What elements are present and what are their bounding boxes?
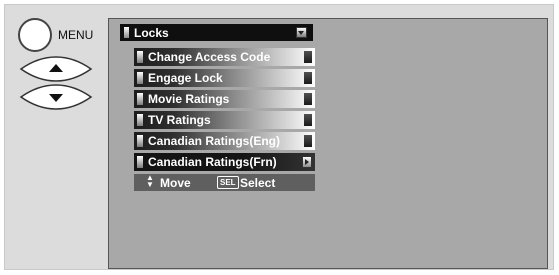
dropdown-arrow-icon <box>296 27 307 38</box>
menu-item-label: Canadian Ratings(Eng) <box>148 134 281 148</box>
menu-button-label: MENU <box>58 28 94 42</box>
menu-title-bar: Locks <box>120 24 313 41</box>
menu-item-label: Change Access Code <box>148 50 271 64</box>
menu-item-engage-lock[interactable]: Engage Lock <box>134 69 315 87</box>
menu-item-label: Movie Ratings <box>148 92 230 106</box>
item-tab-icon <box>137 135 143 147</box>
menu-button-icon[interactable] <box>18 18 52 52</box>
item-tab-icon <box>137 72 143 84</box>
page-title: Locks <box>134 26 169 40</box>
item-end-cap-icon <box>304 93 312 105</box>
menu-item-movie-ratings[interactable]: Movie Ratings <box>134 90 315 108</box>
item-end-cap-icon <box>304 51 312 63</box>
menu-item-change-access-code[interactable]: Change Access Code <box>134 48 315 66</box>
help-bar: ▲ ▼ Move SEL Select <box>134 174 315 191</box>
menu-item-label: Canadian Ratings(Frn) <box>148 155 277 169</box>
item-end-cap-icon <box>304 135 312 147</box>
menu-item-label: Engage Lock <box>148 71 223 85</box>
menu-item-label: TV Ratings <box>148 113 211 127</box>
menu-item-tv-ratings[interactable]: TV Ratings <box>134 111 315 129</box>
item-tab-icon <box>137 93 143 105</box>
item-tab-icon <box>137 114 143 126</box>
updown-arrows-icon: ▲ ▼ <box>146 173 154 189</box>
up-arrow-button-icon[interactable] <box>18 56 94 82</box>
title-tab-icon <box>124 27 129 38</box>
help-select-label: Select <box>240 176 276 190</box>
help-move-label: Move <box>160 176 191 190</box>
item-tab-icon <box>137 51 143 63</box>
item-end-cap-icon <box>304 114 312 126</box>
menu-item-canadian-ratings-eng[interactable]: Canadian Ratings(Eng) <box>134 132 315 150</box>
item-tab-icon <box>137 156 143 168</box>
menu-item-canadian-ratings-frn[interactable]: Canadian Ratings(Frn) <box>134 153 315 171</box>
sel-key-icon: SEL <box>217 176 239 189</box>
down-arrow-button-icon[interactable] <box>18 84 94 110</box>
chevron-right-icon <box>302 156 312 168</box>
item-end-cap-icon <box>304 72 312 84</box>
